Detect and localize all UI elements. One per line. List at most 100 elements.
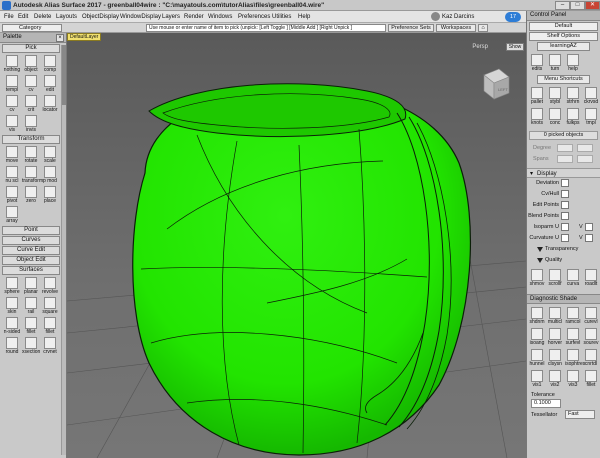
maximize-button[interactable]: □ <box>570 1 585 10</box>
tool-button[interactable]: edit <box>41 74 59 94</box>
tool-button[interactable]: nu scl <box>3 165 21 185</box>
degree-v-field[interactable] <box>577 144 593 152</box>
tool-button[interactable]: ramcol <box>565 306 581 327</box>
menu-utilities[interactable]: Utilities <box>272 14 291 20</box>
tool-button[interactable]: sphere <box>3 276 21 296</box>
tool-button[interactable]: cv <box>3 94 21 114</box>
tool-button[interactable]: sourev <box>583 327 599 348</box>
menu-help[interactable]: Help <box>298 14 310 20</box>
spans-v-field[interactable] <box>577 155 593 163</box>
tool-button[interactable]: vis1 <box>529 369 545 390</box>
display-option-checkbox[interactable] <box>561 234 569 242</box>
tool-button[interactable]: templ <box>3 74 21 94</box>
tool-button[interactable]: cnrtdl <box>583 348 599 369</box>
tool-button[interactable]: knots <box>529 107 545 128</box>
tool-button[interactable]: pivot <box>3 185 21 205</box>
tool-button[interactable]: conc <box>547 107 563 128</box>
tolerance-input[interactable]: 0.1000 <box>531 399 561 408</box>
palette-scrollbar[interactable] <box>61 45 66 455</box>
tool-button[interactable]: crvnet <box>41 336 59 356</box>
tool-button[interactable]: roadlt <box>583 268 599 289</box>
spans-u-field[interactable] <box>557 155 573 163</box>
workspaces-button[interactable]: Workspaces <box>436 24 476 32</box>
tool-button[interactable]: cv <box>22 74 40 94</box>
tool-button[interactable]: n-sided <box>3 316 21 336</box>
section-pick[interactable]: Pick <box>2 44 60 53</box>
tool-button[interactable]: fillet <box>583 369 599 390</box>
menu-preferences[interactable]: Preferences <box>238 14 270 20</box>
tool-button[interactable]: help <box>565 53 581 74</box>
tool-button[interactable]: move <box>3 145 21 165</box>
tool-button[interactable]: stybl <box>547 86 563 107</box>
tool-button[interactable]: comp <box>41 54 59 74</box>
degree-u-field[interactable] <box>557 144 573 152</box>
tool-button[interactable]: vis <box>3 114 21 134</box>
section-object-edit[interactable]: Object Edit <box>2 256 60 265</box>
transparency-row[interactable]: Transparency <box>527 244 600 255</box>
tool-button[interactable]: xsection <box>22 336 40 356</box>
tool-button[interactable]: turn <box>547 53 563 74</box>
menu-windowdisplay[interactable]: WindowDisplay <box>120 14 161 20</box>
palette-close-icon[interactable]: × <box>56 34 64 42</box>
collapse-arrow-icon[interactable] <box>537 258 543 263</box>
display-option-checkbox[interactable] <box>561 223 569 231</box>
notification-badge[interactable]: 17 <box>505 12 521 22</box>
tool-button[interactable]: crit <box>22 94 40 114</box>
menu-edit[interactable]: Edit <box>18 14 28 20</box>
menu-layers[interactable]: Layers <box>162 14 180 20</box>
tool-button[interactable]: scale <box>41 145 59 165</box>
quality-row[interactable]: Quality <box>527 255 600 266</box>
tool-button[interactable]: object <box>22 54 40 74</box>
menu-windows[interactable]: Windows <box>208 14 232 20</box>
tool-button[interactable]: square <box>41 296 59 316</box>
shelf-tab[interactable]: learningAZ <box>537 42 590 51</box>
tool-button[interactable]: vis2 <box>547 369 563 390</box>
section-surfaces[interactable]: Surfaces <box>2 266 60 275</box>
user-name[interactable]: Kaz Darcins <box>442 14 474 20</box>
category-button[interactable]: Category <box>2 24 62 32</box>
tool-button[interactable]: strhrn <box>565 86 581 107</box>
menu-file[interactable]: File <box>4 14 14 20</box>
tool-button[interactable]: ckrvsd <box>583 86 599 107</box>
tool-button[interactable]: scrollf <box>547 268 563 289</box>
tool-button[interactable]: place <box>41 185 59 205</box>
minimize-button[interactable]: – <box>555 1 570 10</box>
tool-button[interactable]: curva <box>565 268 581 289</box>
tool-button[interactable]: nothing <box>3 54 21 74</box>
tool-button[interactable]: fulkps <box>565 107 581 128</box>
tool-button[interactable]: edits <box>529 53 545 74</box>
tool-button[interactable]: round <box>3 336 21 356</box>
menu-render[interactable]: Render <box>184 14 204 20</box>
home-icon[interactable]: ⌂ <box>478 24 488 32</box>
avatar[interactable] <box>431 12 440 21</box>
collapse-arrow-icon[interactable] <box>537 247 543 252</box>
tool-button[interactable]: horver <box>547 327 563 348</box>
section-curves[interactable]: Curves <box>2 236 60 245</box>
tool-button[interactable]: p mod <box>41 165 59 185</box>
preference-sets-button[interactable]: Preference Sets <box>388 24 434 32</box>
menu-delete[interactable]: Delete <box>34 14 51 20</box>
tool-button[interactable]: surfevl <box>565 327 581 348</box>
display-option-checkbox[interactable] <box>561 179 569 187</box>
shelf-options-dropdown[interactable]: Shelf Options <box>529 32 598 41</box>
tool-button[interactable]: shmov <box>529 268 545 289</box>
green-ball-model[interactable] <box>132 83 472 456</box>
tool-button[interactable]: skin <box>3 296 21 316</box>
display-section[interactable]: ▾ Display <box>527 168 600 178</box>
display-option-v-checkbox[interactable] <box>585 234 593 242</box>
prompt-line[interactable]: Use mouse or enter name of item to pick … <box>146 24 386 32</box>
display-option-v-checkbox[interactable] <box>585 223 593 231</box>
close-button[interactable]: ✕ <box>585 1 600 10</box>
tool-button[interactable]: tmpl <box>583 107 599 128</box>
viewcube-widget[interactable]: LEFT <box>483 68 510 100</box>
menu-layouts[interactable]: Layouts <box>56 14 77 20</box>
tool-button[interactable]: vis3 <box>565 369 581 390</box>
model-canvas[interactable]: LEFT <box>67 33 526 458</box>
tool-button[interactable]: curevl <box>583 306 599 327</box>
tool-button[interactable]: multicl <box>547 306 563 327</box>
display-option-checkbox[interactable] <box>561 190 569 198</box>
tool-button[interactable]: transform <box>22 165 43 185</box>
tool-button[interactable]: pallet <box>529 86 545 107</box>
perspective-viewport[interactable]: DefaultLayer Persp Show LEFT <box>67 33 526 458</box>
tool-button[interactable]: revolve <box>41 276 59 296</box>
